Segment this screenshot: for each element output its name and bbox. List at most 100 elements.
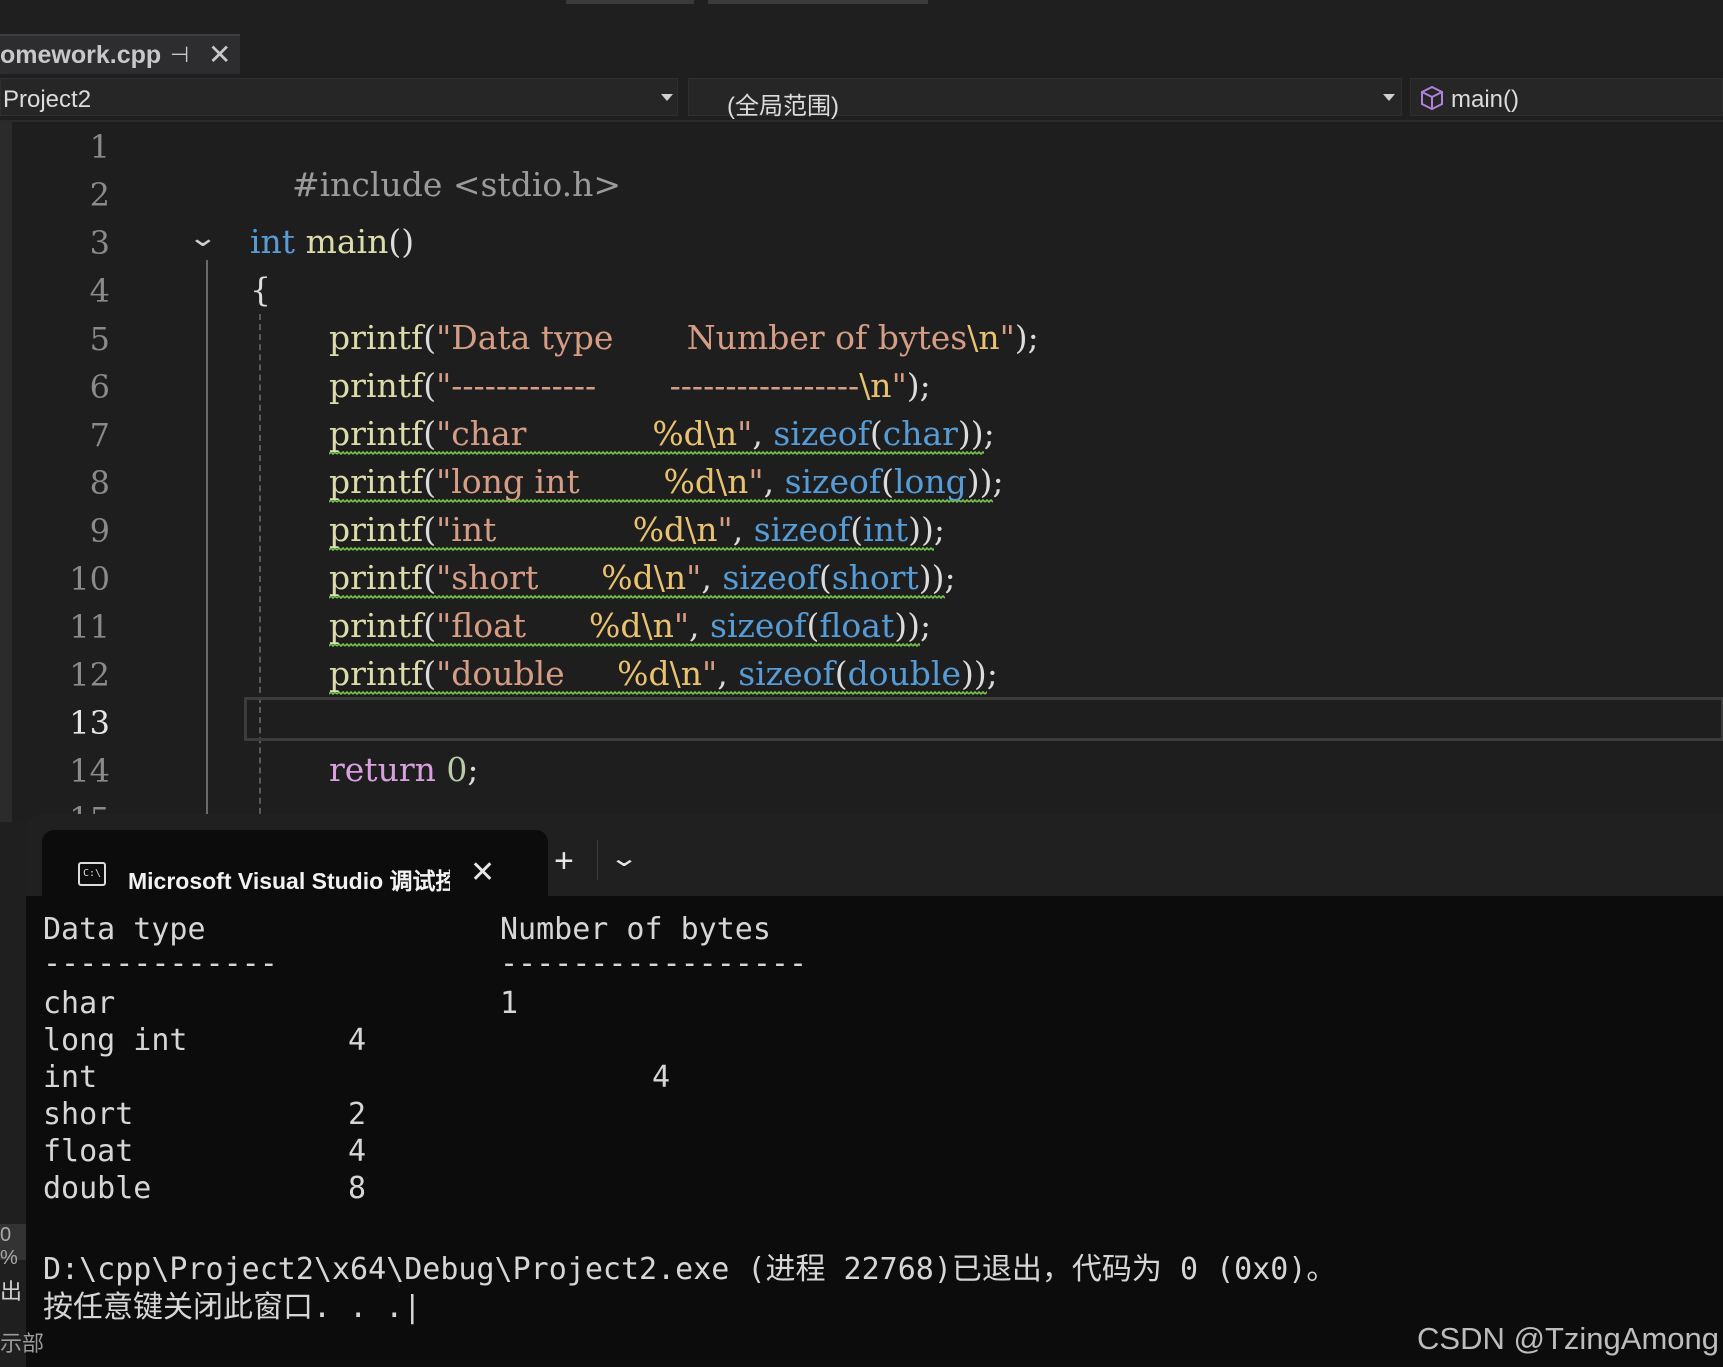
function-call: printf	[329, 318, 424, 357]
string-literal: "char	[436, 414, 653, 453]
punctuation: ;	[986, 654, 998, 693]
terminal-icon: C:\	[78, 862, 106, 886]
output-row-label: float	[43, 1134, 134, 1169]
output-header-left: Data type	[43, 912, 206, 947]
string-literal: "	[702, 654, 718, 693]
pin-icon[interactable]: ⊣	[170, 42, 189, 68]
console-tab-bar: C:\ Microsoft Visual Studio 调试控制台 ✕ + ⌄	[26, 814, 1723, 896]
output-row-value: 4	[652, 1060, 671, 1095]
format-specifier: %d\n	[617, 654, 703, 693]
debug-console-window[interactable]: C:\ Microsoft Visual Studio 调试控制台 ✕ + ⌄ …	[26, 814, 1723, 1367]
number-literal: 0	[446, 750, 468, 789]
tab-separator	[597, 840, 598, 880]
line-number: 4	[89, 272, 110, 310]
string-literal: "	[686, 558, 702, 597]
punctuation: ;	[467, 750, 479, 789]
function-name: main	[295, 222, 389, 261]
code-line: printf("double %d\n", sizeof(double));	[329, 654, 998, 696]
chevron-down-icon	[1383, 94, 1395, 101]
plus-icon[interactable]: +	[554, 842, 574, 881]
close-prompt: 按任意键关闭此窗口. . .|	[43, 1290, 422, 1325]
navigation-bar: Project2 (全局范围) main()	[0, 74, 1723, 122]
chevron-down-icon[interactable]: ⌄	[609, 844, 639, 873]
fold-region-line	[206, 260, 208, 822]
code-line: printf("int %d\n", sizeof(int));	[329, 510, 945, 552]
line-number: 12	[69, 656, 110, 694]
output-row-value: 8	[348, 1171, 367, 1206]
type-keyword: float	[819, 606, 895, 645]
punctuation: (	[818, 558, 832, 597]
punctuation: ;	[983, 414, 995, 453]
sizeof-operator: sizeof	[753, 510, 851, 549]
scope-dropdown[interactable]: (全局范围)	[688, 78, 1402, 120]
punctuation: (	[423, 462, 437, 501]
output-row-value: 1	[500, 986, 519, 1021]
line-number: 8	[89, 464, 110, 502]
string-literal: "	[891, 366, 907, 405]
line-number: 14	[69, 752, 110, 790]
document-tab[interactable]: omework.cpp ⊣ ✕	[0, 34, 240, 74]
escape-sequence: \n	[967, 318, 1000, 357]
punctuation: ;	[992, 462, 1004, 501]
punctuation: ))	[918, 558, 945, 597]
code-line: int main()	[250, 222, 414, 261]
include-directive: #include <stdio.h>	[291, 165, 622, 204]
punctuation: (	[423, 654, 437, 693]
output-panel-fragment: 出	[0, 1279, 23, 1304]
function-call: printf	[329, 558, 424, 597]
current-line-highlight	[244, 697, 1723, 741]
code-line: printf("long int %d\n", sizeof(long));	[329, 462, 1004, 504]
document-tab-bar: omework.cpp ⊣ ✕	[0, 34, 1723, 74]
type-keyword: long	[893, 462, 967, 501]
output-row-label: short	[43, 1097, 134, 1132]
escape-sequence: \n	[859, 366, 892, 405]
sizeof-operator: sizeof	[710, 606, 807, 645]
console-tab[interactable]: C:\ Microsoft Visual Studio 调试控制台 ✕	[42, 830, 548, 896]
output-row-label: double	[43, 1171, 152, 1206]
function-call: printf	[329, 654, 424, 693]
punctuation: ))	[908, 510, 934, 549]
punctuation: (	[423, 510, 437, 549]
function-call: printf	[329, 414, 424, 453]
output-rule-right: -----------------	[500, 946, 808, 981]
string-literal: "long int	[436, 462, 664, 501]
line-number: 3	[89, 224, 110, 262]
punctuation: ;	[919, 606, 932, 645]
code-editor[interactable]: 1 2 3 4 5 6 7 8 9 10 11 12 13 14 15 ⌄ #i…	[0, 122, 1723, 822]
close-icon[interactable]: ✕	[208, 38, 231, 71]
line-number: 5	[89, 320, 110, 358]
watermark: CSDN @TzingAmong	[1417, 1321, 1719, 1356]
function-call: printf	[329, 366, 424, 405]
string-literal: "	[673, 606, 690, 645]
scope-label: (全局范围)	[727, 93, 839, 120]
punctuation: ))	[961, 654, 987, 693]
sizeof-operator: sizeof	[738, 654, 835, 693]
fold-chevron-icon[interactable]: ⌄	[188, 222, 219, 253]
format-specifier: %d\n	[632, 510, 718, 549]
function-call: printf	[329, 510, 424, 549]
output-row-label: long int	[43, 1023, 188, 1058]
line-number: 6	[89, 368, 110, 406]
punctuation: ,	[752, 414, 774, 453]
punctuation: ,	[732, 510, 754, 549]
punctuation: ;	[944, 558, 956, 597]
close-icon[interactable]: ✕	[470, 855, 495, 890]
type-keyword: char	[882, 414, 958, 453]
punctuation: ))	[957, 414, 984, 453]
output-row-value: 4	[348, 1134, 367, 1169]
console-tab-title: Microsoft Visual Studio 调试控制台	[128, 868, 450, 894]
member-dropdown[interactable]: main()	[1410, 78, 1723, 116]
line-number: 1	[89, 128, 110, 166]
string-literal: "Data type Number of bytes	[436, 318, 968, 357]
string-literal: "	[717, 510, 733, 549]
type-keyword: int	[250, 222, 296, 261]
indent-guide	[259, 314, 261, 822]
punctuation: (	[423, 366, 437, 405]
project-dropdown[interactable]: Project2	[0, 78, 678, 116]
code-line: printf("short %d\n", sizeof(short));	[329, 558, 956, 600]
string-literal: "	[748, 462, 764, 501]
output-row-value: 2	[348, 1097, 367, 1132]
sizeof-operator: sizeof	[722, 558, 819, 597]
output-rule-left: -------------	[43, 946, 278, 981]
punctuation: ))	[894, 606, 920, 645]
